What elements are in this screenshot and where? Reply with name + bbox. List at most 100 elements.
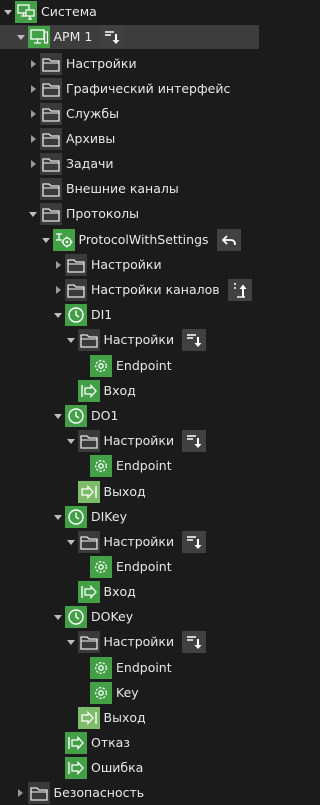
collapsed-arrow-icon[interactable] [27, 77, 39, 101]
expand-arrow-icon[interactable] [52, 404, 64, 428]
folder-icon [77, 631, 100, 653]
move-down-icon[interactable] [100, 26, 125, 48]
tree-item[interactable]: Настройки [0, 52, 259, 76]
folder-icon [27, 782, 50, 804]
collapsed-arrow-icon[interactable] [27, 127, 39, 151]
tree-item-label: Задачи [66, 156, 114, 171]
object-tree: Система АРМ 1 Настройки Графический интерфе… [0, 0, 259, 804]
collapsed-arrow-icon[interactable] [52, 253, 64, 277]
expand-arrow-icon[interactable] [52, 303, 64, 327]
expand-arrow-icon[interactable] [2, 0, 14, 24]
tree-item[interactable]: Службы [0, 102, 259, 126]
workstation-icon [27, 26, 50, 48]
tree-item[interactable]: Настройки [0, 253, 259, 277]
tree-item[interactable]: DO1 [0, 404, 259, 428]
move-up-icon[interactable] [227, 279, 252, 301]
tree-item[interactable]: Система [0, 0, 259, 24]
tree-item[interactable]: Протоколы [0, 202, 259, 226]
collapsed-arrow-icon[interactable] [27, 52, 39, 76]
collapsed-arrow-icon[interactable] [27, 152, 39, 176]
gear-icon [90, 455, 112, 477]
expand-arrow-icon[interactable] [27, 202, 39, 226]
tree-item[interactable]: Безопасность [0, 781, 259, 805]
tree-item-label: АРМ 1 [53, 29, 93, 44]
tree-item[interactable]: Ошибка [0, 756, 259, 780]
tree-item[interactable]: Настройки каналов [0, 278, 259, 302]
tree-item[interactable]: Key [0, 681, 259, 705]
tree-item[interactable]: ProtocolWithSettings [0, 228, 259, 252]
tree-item[interactable]: Endpoint [0, 354, 259, 378]
collapsed-arrow-icon[interactable] [15, 781, 27, 805]
tree-item[interactable]: Графический интерфейс [0, 77, 259, 101]
tree-item-label: Настройки [103, 433, 175, 448]
tree-item[interactable]: Выход [0, 480, 259, 504]
expand-arrow-icon[interactable] [65, 630, 77, 654]
gear-icon [90, 682, 112, 704]
tree-item-label: Система [41, 4, 97, 19]
clock-icon [65, 304, 87, 326]
expand-arrow-icon[interactable] [15, 25, 27, 49]
tree-item[interactable]: Настройки [0, 429, 259, 453]
folder-icon [40, 203, 62, 225]
tree-item[interactable]: Внешние каналы [0, 177, 259, 201]
gear-icon [90, 556, 112, 578]
tree-item[interactable]: Архивы [0, 127, 259, 151]
tree-item[interactable]: Endpoint [0, 555, 259, 579]
tree-item[interactable]: Endpoint [0, 656, 259, 680]
input-icon [77, 380, 100, 402]
gear-icon [90, 657, 112, 679]
collapsed-arrow-icon[interactable] [27, 102, 39, 126]
tree-item-label: Endpoint [116, 559, 172, 574]
gear-icon [90, 355, 112, 377]
folder-icon [65, 254, 87, 276]
tree-item[interactable]: Настройки [0, 530, 259, 554]
tree-item-label: Настройки [103, 332, 175, 347]
tree-item-label: Вход [103, 584, 136, 599]
folder-icon [40, 153, 62, 175]
tree-item-label: Архивы [66, 131, 116, 146]
tree-item-label: ProtocolWithSettings [78, 232, 209, 247]
tree-item[interactable]: DOKey [0, 605, 259, 629]
move-down-icon[interactable] [182, 430, 207, 452]
tree-item[interactable]: Отказ [0, 731, 259, 755]
expand-arrow-icon[interactable] [40, 228, 52, 252]
tree-item-label: DIKey [91, 509, 127, 524]
tree-item-label: Выход [103, 484, 146, 499]
tree-item[interactable]: Настройки [0, 328, 259, 352]
undo-icon[interactable] [216, 229, 241, 251]
expand-arrow-icon[interactable] [65, 429, 77, 453]
move-down-icon[interactable] [182, 631, 207, 653]
tree-item[interactable]: Endpoint [0, 454, 259, 478]
tree-item[interactable]: DIKey [0, 505, 259, 529]
folder-icon [77, 430, 100, 452]
tree-item-label: Endpoint [116, 458, 172, 473]
collapsed-arrow-icon[interactable] [52, 278, 64, 302]
tree-item-label: Key [116, 685, 139, 700]
expand-arrow-icon[interactable] [65, 328, 77, 352]
move-down-icon[interactable] [182, 531, 207, 553]
folder-icon [77, 531, 100, 553]
tree-item[interactable]: DI1 [0, 303, 259, 327]
folder-icon [40, 53, 62, 75]
clock-icon [65, 506, 87, 528]
expand-arrow-icon[interactable] [52, 505, 64, 529]
tree-item-label: DI1 [91, 307, 113, 322]
tree-item-label: Отказ [91, 735, 130, 750]
tree-item[interactable]: Вход [0, 580, 259, 604]
input-icon [65, 732, 87, 754]
tree-item[interactable]: Выход [0, 706, 259, 730]
tree-item-label: Ошибка [91, 760, 144, 775]
tree-item-label: Настройки [91, 257, 162, 272]
folder-icon [40, 78, 62, 100]
tree-item-label: Безопасность [53, 785, 145, 800]
tree-item[interactable]: АРМ 1 [0, 25, 259, 49]
move-down-icon[interactable] [182, 329, 207, 351]
folder-icon [65, 279, 87, 301]
tree-item[interactable]: Задачи [0, 152, 259, 176]
folder-icon [40, 178, 62, 200]
expand-arrow-icon[interactable] [52, 605, 64, 629]
tree-item-label: DOKey [91, 609, 134, 624]
tree-item[interactable]: Настройки [0, 630, 259, 654]
tree-item[interactable]: Вход [0, 379, 259, 403]
expand-arrow-icon[interactable] [65, 530, 77, 554]
